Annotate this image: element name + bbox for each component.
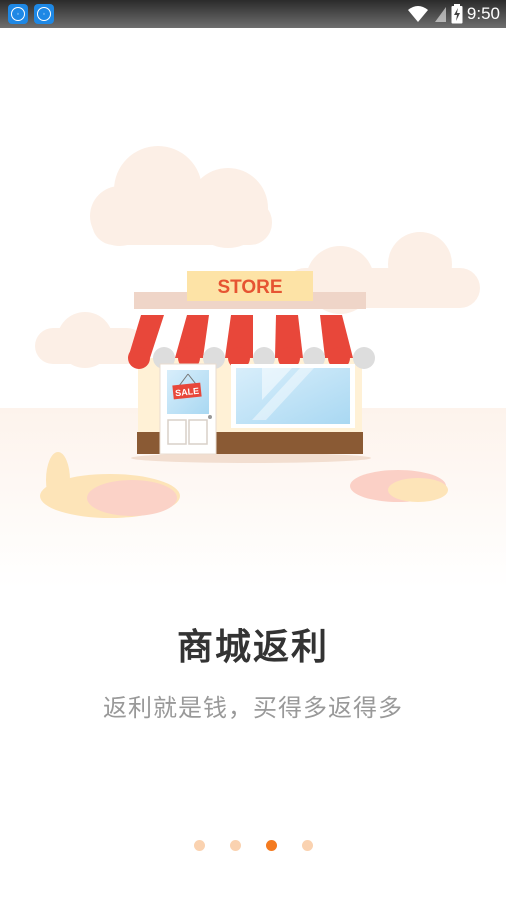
status-indicators: 9:50 — [407, 3, 500, 25]
store-window — [231, 364, 355, 428]
status-bar: ◦ ◦ 9:50 — [0, 0, 506, 28]
clock: 9:50 — [466, 4, 500, 23]
page-dot-active[interactable] — [265, 840, 277, 851]
page-dot[interactable] — [301, 840, 313, 851]
page-subtitle: 返利就是钱，买得多返得多 — [103, 694, 403, 722]
store-door — [159, 363, 217, 455]
app-notification-icon: ◦ — [8, 4, 28, 24]
page-dot[interactable] — [193, 840, 205, 851]
battery-charging-icon — [451, 4, 463, 24]
page-indicator — [0, 840, 506, 852]
page-title: 商城返利 — [176, 627, 329, 668]
wifi-icon — [407, 6, 428, 22]
cellular-signal-icon — [434, 7, 446, 22]
app-notification-icon: ◦ — [34, 4, 54, 24]
store-illustration: STORE SALE — [0, 146, 506, 588]
page-dot[interactable] — [229, 840, 241, 851]
store-sign-text: STORE — [217, 277, 282, 298]
